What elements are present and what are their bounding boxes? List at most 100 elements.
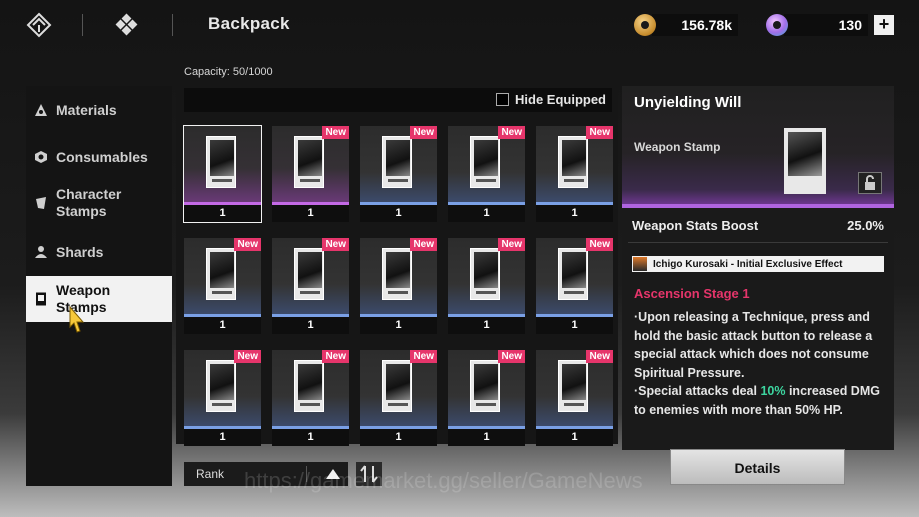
item-count: 1: [448, 429, 525, 446]
effect-highlight: 10%: [760, 384, 786, 398]
weapon-stamp-image: [382, 136, 412, 188]
new-badge: New: [234, 238, 261, 251]
sidebar-item-label: Materials: [56, 101, 117, 118]
weapon-stamp-image: [558, 360, 588, 412]
consumables-icon: [34, 150, 48, 164]
gem-icon: [766, 14, 788, 36]
inventory-item-card[interactable]: 1 New: [272, 238, 349, 334]
add-gem-button[interactable]: +: [874, 15, 894, 35]
capacity-label: Capacity: 50/1000: [184, 66, 273, 78]
divider: [82, 14, 83, 36]
watermark: https://gamemarket.gg/seller/GameNews: [244, 468, 643, 493]
grid-diamond-icon[interactable]: [114, 12, 140, 38]
gem-amount: 130: [784, 14, 868, 36]
inventory-item-card[interactable]: 1 New: [272, 126, 349, 222]
weapon-stamp-image: [470, 136, 500, 188]
inventory-item-card[interactable]: 1 New: [536, 238, 613, 334]
item-count: 1: [272, 429, 349, 446]
inventory-item-card[interactable]: 1 New: [448, 238, 525, 334]
lock-button[interactable]: [858, 172, 882, 194]
item-count: 1: [184, 429, 261, 446]
item-count: 1: [360, 429, 437, 446]
inventory-item-card[interactable]: 1: [183, 125, 262, 223]
new-badge: New: [586, 238, 613, 251]
materials-icon: [34, 103, 48, 117]
sidebar-item-character-stamps[interactable]: Character Stamps: [26, 186, 172, 222]
inventory-item-card[interactable]: 1 New: [448, 350, 525, 446]
effect-line-1: ·Upon releasing a Technique, press and h…: [634, 310, 873, 380]
weapon-stamp-image: [206, 136, 236, 188]
sidebar-item-consumables[interactable]: Consumables: [26, 147, 172, 167]
item-count: 1: [272, 205, 349, 222]
ascension-stage-label: Ascension Stage 1: [634, 286, 750, 301]
effect-line-2: ·Special attacks deal 10% increased DMG …: [634, 382, 888, 419]
weapon-stamp-image: [382, 360, 412, 412]
inventory-item-card[interactable]: 1 New: [360, 238, 437, 334]
inventory-item-card[interactable]: 1 New: [448, 126, 525, 222]
sidebar-item-label: Character Stamps: [56, 186, 122, 219]
exclusive-effect-badge: Ichigo Kurosaki - Initial Exclusive Effe…: [632, 256, 884, 272]
sidebar-item-materials[interactable]: Materials: [26, 100, 172, 120]
mouse-cursor-icon: [62, 305, 86, 337]
rarity-stripe: [622, 204, 894, 208]
character-avatar: [633, 257, 647, 271]
divider: [628, 242, 888, 243]
item-name: Unyielding Will: [634, 94, 742, 111]
weapon-stamp-image: [294, 360, 324, 412]
inventory-item-card[interactable]: 1 New: [360, 126, 437, 222]
exclusive-effect-label: Ichigo Kurosaki - Initial Exclusive Effe…: [653, 258, 843, 270]
item-count: 1: [360, 205, 437, 222]
item-detail-panel: Unyielding Will Weapon Stamp Weapon Stat…: [622, 86, 894, 450]
divider: [172, 14, 173, 36]
details-button[interactable]: Details: [670, 449, 845, 485]
inventory-item-card[interactable]: 1 New: [184, 238, 261, 334]
top-bar: Backpack 156.78k 130 +: [0, 0, 919, 52]
gold-currency: 156.78k: [634, 14, 738, 36]
hide-equipped-checkbox[interactable]: [496, 93, 509, 106]
new-badge: New: [410, 350, 437, 363]
inventory-item-card[interactable]: 1 New: [184, 350, 261, 446]
item-count: 1: [360, 317, 437, 334]
inventory-item-card[interactable]: 1 New: [272, 350, 349, 446]
new-badge: New: [234, 350, 261, 363]
new-badge: New: [586, 350, 613, 363]
menu-diamond-icon[interactable]: [26, 12, 52, 38]
gold-coin-icon: [634, 14, 656, 36]
item-count: 1: [536, 317, 613, 334]
inventory-item-card[interactable]: 1 New: [536, 126, 613, 222]
new-badge: New: [322, 126, 349, 139]
effect-description: ·Upon releasing a Technique, press and h…: [634, 308, 888, 419]
new-badge: New: [410, 238, 437, 251]
weapon-stamp-image: [558, 248, 588, 300]
item-count: 1: [448, 317, 525, 334]
new-badge: New: [498, 126, 525, 139]
item-count: 1: [184, 317, 261, 334]
hide-equipped-toggle[interactable]: Hide Equipped: [496, 92, 606, 107]
sort-label: Rank: [196, 467, 225, 481]
new-badge: New: [410, 126, 437, 139]
stat-row: Weapon Stats Boost 25.0%: [632, 218, 884, 233]
item-type: Weapon Stamp: [634, 140, 721, 154]
inventory-item-card[interactable]: 1 New: [536, 350, 613, 446]
weapon-stamp-image: [558, 136, 588, 188]
weapon-stamp-image: [206, 360, 236, 412]
item-count: 1: [448, 205, 525, 222]
sidebar-item-label: Consumables: [56, 148, 148, 165]
weapon-stamp-image: [470, 360, 500, 412]
item-count: 1: [536, 205, 613, 222]
page-title: Backpack: [208, 14, 290, 33]
new-badge: New: [586, 126, 613, 139]
sidebar-item-shards[interactable]: Shards: [26, 242, 172, 262]
new-badge: New: [322, 238, 349, 251]
effect-text: ·Special attacks deal: [634, 384, 761, 398]
item-count: 1: [184, 205, 261, 222]
inventory-item-card[interactable]: 1 New: [360, 350, 437, 446]
filter-bar: Hide Equipped: [184, 88, 612, 112]
gem-currency: 130 +: [766, 14, 894, 36]
sidebar-item-weapon-stamps[interactable]: Weapon Stamps: [26, 276, 172, 322]
category-sidebar: Materials Consumables Character Stamps S…: [26, 86, 172, 486]
new-badge: New: [498, 238, 525, 251]
weapon-stamp-image: [470, 248, 500, 300]
lock-icon: [865, 175, 875, 190]
character-stamp-icon: [34, 196, 48, 210]
